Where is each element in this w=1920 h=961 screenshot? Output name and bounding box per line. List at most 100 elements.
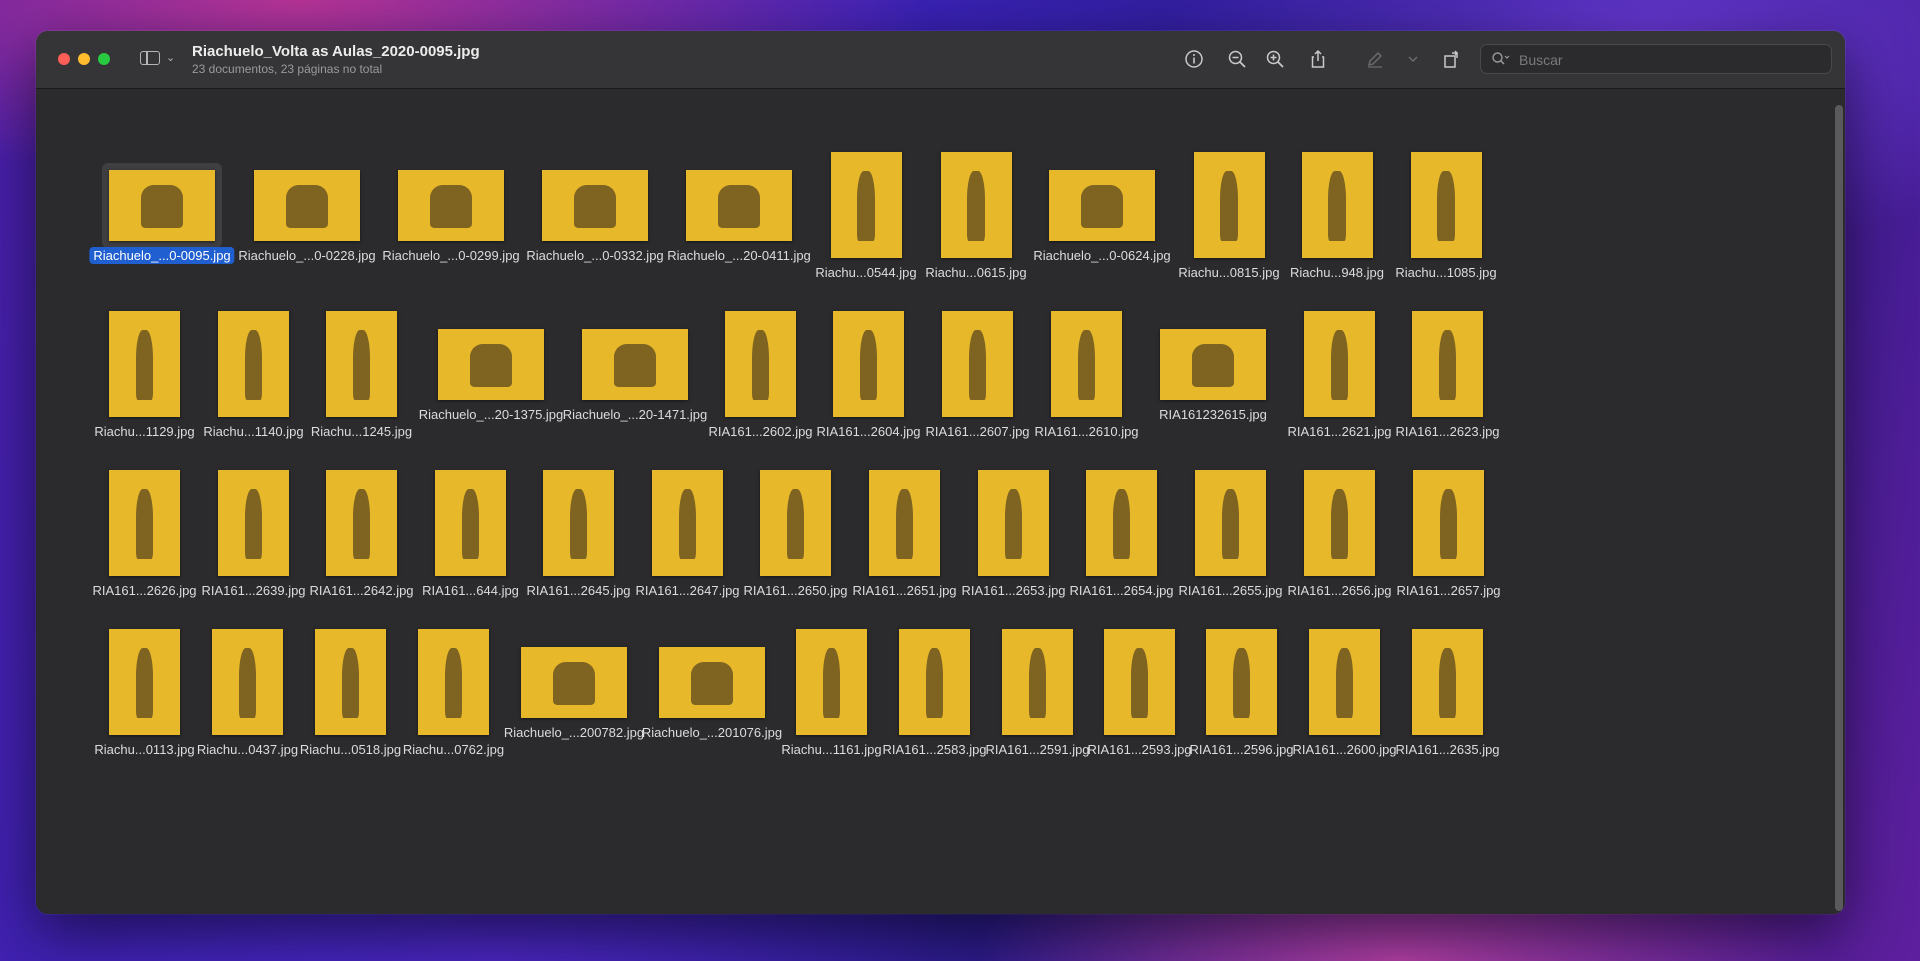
search-field[interactable] — [1480, 44, 1832, 74]
thumbnail-label: Riachuelo_...0-0095.jpg — [89, 246, 235, 264]
thumbnail-item[interactable]: RIA161...2602.jpg — [708, 311, 813, 439]
thumbnail-item[interactable]: RIA161...2600.jpg — [1292, 629, 1397, 757]
contact-sheet: Riachuelo_...0-0095.jpg Riachuelo_...0-02… — [36, 89, 1845, 914]
thumbnail-image — [109, 629, 180, 735]
thumbnail-item[interactable]: RIA161...2645.jpg — [526, 470, 631, 598]
thumbnail-label: RIA161...2607.jpg — [925, 424, 1030, 439]
zoom-out-icon[interactable] — [1225, 47, 1249, 71]
thumbnail-image — [686, 169, 792, 241]
thumbnail-item[interactable]: Riachu...1161.jpg — [781, 629, 882, 757]
thumbnail-item[interactable]: Riachu...0762.jpg — [403, 629, 504, 757]
toolbar: ⌄ Riachuelo_Volta as Aulas_2020-0095.jpg… — [36, 31, 1845, 89]
thumbnail-item[interactable]: RIA161...644.jpg — [422, 470, 519, 598]
thumbnail-item[interactable]: Riachuelo_...0-0332.jpg — [526, 169, 664, 263]
thumbnail-image — [438, 328, 544, 400]
thumbnail-image — [830, 152, 902, 258]
thumbnail-label: Riachu...0815.jpg — [1178, 265, 1280, 280]
thumbnail-label: RIA161...2591.jpg — [985, 742, 1090, 757]
thumbnail-item[interactable]: RIA161...2591.jpg — [985, 629, 1090, 757]
thumbnail-item[interactable]: Riachu...1085.jpg — [1395, 152, 1497, 280]
thumbnail-item[interactable]: Riachu...1140.jpg — [203, 311, 304, 439]
thumbnail-item[interactable]: Riachuelo_...0-0299.jpg — [382, 169, 520, 263]
rotate-icon[interactable] — [1440, 47, 1464, 71]
markup-chevron-icon[interactable] — [1401, 47, 1425, 71]
thumbnail-item[interactable]: RIA161...2642.jpg — [309, 470, 414, 598]
thumbnail-image — [326, 311, 397, 417]
thumbnail-item[interactable]: Riachuelo_...0-0095.jpg — [89, 162, 235, 264]
thumbnail-item[interactable]: RIA161...2596.jpg — [1189, 629, 1294, 757]
thumbnail-image — [978, 470, 1049, 576]
thumbnail-image — [582, 328, 688, 400]
thumbnail-item[interactable]: Riachuelo_...0-0624.jpg — [1033, 169, 1171, 263]
window-subtitle: 23 documentos, 23 páginas no total — [192, 62, 383, 76]
thumbnail-item[interactable]: Riachuelo_...0-0228.jpg — [238, 169, 376, 263]
thumbnail-image — [796, 629, 867, 735]
zoom-in-icon[interactable] — [1263, 47, 1287, 71]
thumbnail-item[interactable]: RIA161...2593.jpg — [1087, 629, 1192, 757]
thumbnail-image — [254, 169, 360, 241]
thumbnail-label: Riachu...1085.jpg — [1395, 265, 1497, 280]
thumbnail-label: RIA161...2635.jpg — [1395, 742, 1500, 757]
thumbnail-label: RIA161...2621.jpg — [1287, 424, 1392, 439]
thumbnail-label: RIA161...2650.jpg — [743, 583, 848, 598]
thumbnail-label: RIA161...2654.jpg — [1069, 583, 1174, 598]
thumbnail-item[interactable]: RIA161...2583.jpg — [882, 629, 987, 757]
info-icon[interactable] — [1182, 47, 1206, 71]
thumbnail-item[interactable]: Riachu...948.jpg — [1290, 152, 1384, 280]
thumbnail-item[interactable]: Riachuelo_...20-1471.jpg — [563, 328, 707, 422]
thumbnail-item[interactable]: Riachu...0544.jpg — [815, 152, 917, 280]
thumbnail-image — [760, 470, 831, 576]
thumbnail-label: RIA161...2602.jpg — [708, 424, 813, 439]
vertical-scrollbar[interactable] — [1835, 105, 1843, 911]
thumbnail-item[interactable]: RIA161...2655.jpg — [1178, 470, 1283, 598]
thumbnail-item[interactable]: RIA161...2607.jpg — [925, 311, 1030, 439]
thumbnail-item[interactable]: RIA161...2650.jpg — [743, 470, 848, 598]
thumbnail-item[interactable]: RIA161...2654.jpg — [1069, 470, 1174, 598]
share-icon[interactable] — [1306, 47, 1330, 71]
thumbnail-image — [1304, 311, 1375, 417]
thumbnail-item[interactable]: Riachu...0815.jpg — [1178, 152, 1280, 280]
thumbnail-label: RIA161...2604.jpg — [816, 424, 921, 439]
thumbnail-image — [1160, 328, 1266, 400]
thumbnail-image — [869, 470, 940, 576]
thumbnail-label: RIA161...2656.jpg — [1287, 583, 1392, 598]
thumbnail-item[interactable]: RIA161...2635.jpg — [1395, 629, 1500, 757]
minimize-window-button[interactable] — [78, 53, 90, 65]
thumbnail-label: RIA161...2639.jpg — [201, 583, 306, 598]
thumbnail-image — [1206, 629, 1277, 735]
thumbnail-item[interactable]: Riachu...1129.jpg — [94, 311, 195, 439]
thumbnail-image — [942, 311, 1013, 417]
thumbnail-item[interactable]: RIA161...2657.jpg — [1396, 470, 1501, 598]
thumbnail-item[interactable]: Riachuelo_...201076.jpg — [642, 646, 782, 740]
thumbnail-image — [543, 470, 614, 576]
thumbnail-item[interactable]: RIA161...2623.jpg — [1395, 311, 1500, 439]
markup-pen-icon[interactable] — [1363, 47, 1387, 71]
search-icon — [1491, 51, 1511, 72]
thumbnail-image — [899, 629, 970, 735]
search-input[interactable] — [1517, 49, 1821, 71]
thumbnail-item[interactable]: Riachu...0113.jpg — [94, 629, 195, 757]
thumbnail-item[interactable]: RIA161...2651.jpg — [852, 470, 957, 598]
sidebar-toggle-button[interactable]: ⌄ — [140, 49, 180, 69]
thumbnail-item[interactable]: RIA161...2653.jpg — [961, 470, 1066, 598]
thumbnail-item[interactable]: RIA161...2639.jpg — [201, 470, 306, 598]
fullscreen-window-button[interactable] — [98, 53, 110, 65]
thumbnail-label: Riachuelo_...20-1375.jpg — [418, 406, 564, 422]
thumbnail-item[interactable]: RIA161...2626.jpg — [92, 470, 197, 598]
thumbnail-item[interactable]: RIA161...2647.jpg — [635, 470, 740, 598]
thumbnail-item[interactable]: RIA161...2621.jpg — [1287, 311, 1392, 439]
thumbnail-item[interactable]: Riachu...1245.jpg — [311, 311, 412, 439]
thumbnail-item[interactable]: RIA161232615.jpg — [1159, 328, 1267, 422]
thumbnail-item[interactable]: Riachu...0437.jpg — [197, 629, 298, 757]
thumbnail-item[interactable]: Riachuelo_...200782.jpg — [504, 646, 644, 740]
thumbnail-item[interactable]: RIA161...2610.jpg — [1034, 311, 1139, 439]
thumbnail-item[interactable]: Riachu...0615.jpg — [925, 152, 1027, 280]
thumbnail-item[interactable]: Riachu...0518.jpg — [300, 629, 401, 757]
thumbnail-image — [109, 169, 215, 241]
thumbnail-image — [1309, 629, 1380, 735]
thumbnail-item[interactable]: Riachuelo_...20-1375.jpg — [419, 328, 563, 422]
thumbnail-item[interactable]: RIA161...2604.jpg — [816, 311, 921, 439]
thumbnail-item[interactable]: Riachuelo_...20-0411.jpg — [667, 169, 811, 263]
thumbnail-item[interactable]: RIA161...2656.jpg — [1287, 470, 1392, 598]
close-window-button[interactable] — [58, 53, 70, 65]
